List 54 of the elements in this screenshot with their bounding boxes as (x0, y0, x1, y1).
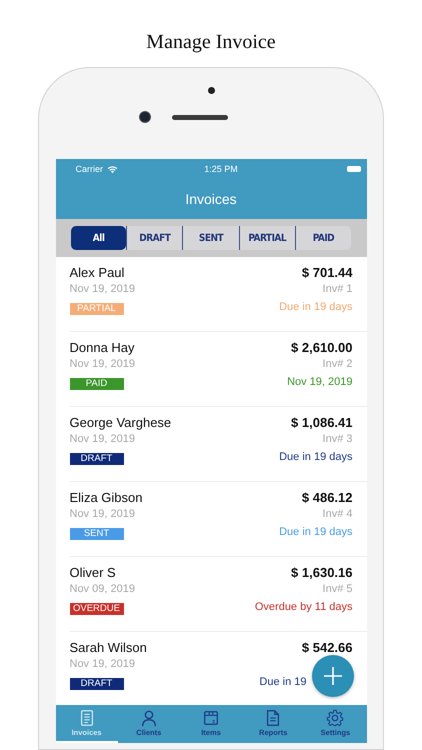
box-icon (202, 709, 220, 727)
client-name: Oliver S (70, 565, 117, 582)
invoice-date: Nov 19, 2019 (70, 658, 136, 672)
invoice-amount: $ 542.66 (302, 640, 352, 657)
invoice-number: Inv# 4 (322, 508, 352, 522)
client-name: Donna Hay (70, 340, 135, 357)
client-name: Eliza Gibson (70, 490, 142, 507)
filter-tab[interactable]: PARTIAL (238, 226, 295, 250)
due-status: Overdue by 11 days (254, 601, 352, 615)
due-status: Due in 19 (259, 676, 306, 690)
invoice-number: Inv# 2 (322, 358, 352, 372)
status-badge: PAID (70, 378, 124, 390)
invoice-date: Nov 19, 2019 (70, 508, 136, 522)
camera-lens (138, 111, 150, 123)
sensor-dot (208, 87, 214, 94)
person-icon (140, 709, 158, 727)
status-badge: PARTIAL (70, 303, 124, 315)
status-badge: DRAFT (70, 453, 124, 465)
screen-title: Invoices (185, 191, 237, 207)
battery-icon (346, 166, 360, 172)
client-name: Sarah Wilson (70, 640, 147, 657)
invoice-amount: $ 2,610.00 (291, 340, 352, 357)
settings-icon (326, 709, 344, 727)
status-time: 1:25 PM (204, 164, 238, 174)
wifi-icon (107, 164, 118, 174)
invoice-number: Inv# 3 (322, 433, 352, 447)
invoice-amount: $ 701.44 (302, 265, 352, 282)
status-badge: DRAFT (70, 678, 124, 690)
client-name: Alex Paul (70, 265, 126, 282)
invoice-number: Inv# 1 (322, 283, 352, 297)
invoice-number: Inv# 5 (322, 583, 352, 597)
plus-icon (322, 666, 342, 686)
invoice-amount: $ 1,630.16 (291, 565, 352, 582)
due-status: Due in 19 days (279, 526, 352, 540)
page-heading: Manage Invoice (146, 30, 276, 55)
invoice-amount: $ 486.12 (302, 490, 352, 507)
status-badge: SENT (70, 528, 124, 540)
speaker-grille (172, 114, 228, 120)
due-status: Due in 19 days (279, 301, 352, 315)
filter-tab[interactable]: PAID (294, 226, 352, 250)
filter-tab[interactable]: DRAFT (126, 226, 182, 250)
add-button[interactable] (312, 655, 354, 697)
status-badge: OVERDUE (70, 603, 124, 615)
filter-tab[interactable]: All (71, 226, 126, 250)
filter-tab[interactable]: SENT (182, 226, 239, 250)
client-name: George Varghese (70, 415, 172, 432)
carrier-label: Carrier (76, 164, 104, 174)
due-status: Nov 19, 2019 (287, 376, 352, 390)
due-status: Due in 19 days (279, 451, 352, 465)
invoice-date: Nov 19, 2019 (70, 358, 135, 372)
invoice-date: Nov 19, 2019 (70, 283, 135, 297)
invoice-date: Nov 09, 2019 (70, 583, 135, 597)
invoice-date: Nov 19, 2019 (70, 433, 136, 447)
invoice-amount: $ 1,086.41 (291, 415, 352, 432)
